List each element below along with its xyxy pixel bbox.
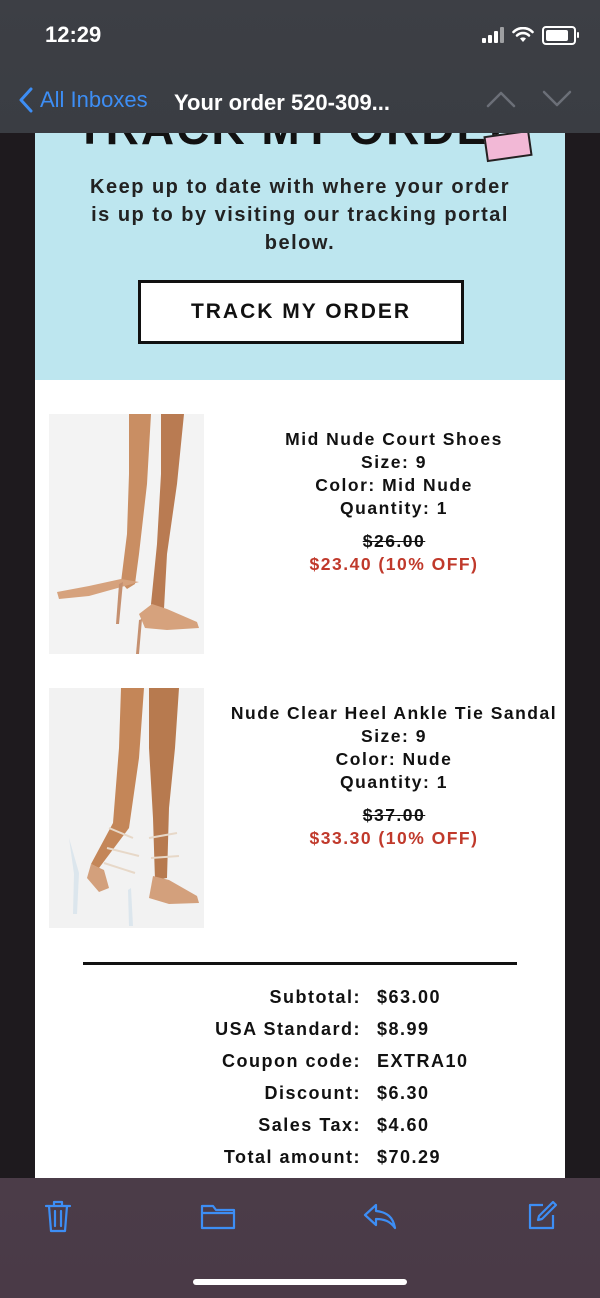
- product-name[interactable]: Nude Clear Heel Ankle Tie Sandal: [229, 702, 559, 725]
- back-button[interactable]: All Inboxes: [18, 87, 148, 113]
- product-details: Nude Clear Heel Ankle Tie Sandal Size: 9…: [229, 702, 559, 850]
- product-size: Size: 9: [361, 726, 427, 746]
- delete-button[interactable]: [40, 1198, 76, 1234]
- summary-value: EXTRA10: [377, 1050, 469, 1071]
- sale-price: $23.40 (10% OFF): [309, 554, 479, 574]
- trash-icon: [44, 1200, 72, 1233]
- summary-label: Subtotal:: [269, 986, 361, 1007]
- nav-row: All Inboxes Your order 520-309...: [0, 82, 600, 122]
- original-price: $37.00: [362, 805, 426, 825]
- product-name[interactable]: Mid Nude Court Shoes: [229, 428, 559, 451]
- summary-value: $63.00: [377, 986, 442, 1007]
- product-color: Color: Nude: [335, 749, 453, 769]
- product-quantity: Quantity: 1: [340, 498, 448, 518]
- move-to-folder-button[interactable]: [200, 1198, 236, 1234]
- banner-description: Keep up to date with where your order is…: [90, 176, 510, 254]
- product-item: Nude Clear Heel Ankle Tie Sandal Size: 9…: [49, 688, 556, 928]
- status-time: 12:29: [45, 22, 102, 47]
- summary-row: Total amount: $70.29: [35, 1141, 565, 1173]
- compose-button[interactable]: [524, 1198, 560, 1234]
- home-indicator[interactable]: [193, 1279, 407, 1285]
- summary-value: $6.30: [377, 1082, 430, 1103]
- summary-label: Sales Tax:: [258, 1114, 361, 1135]
- order-summary: Subtotal: $63.00 USA Standard: $8.99 Cou…: [35, 981, 565, 1173]
- signal-icon: [482, 27, 504, 43]
- email-subject: Your order 520-309...: [174, 90, 391, 115]
- nav-arrows: [486, 90, 572, 108]
- top-bar: 12:29 All Inboxes Your order 520-309...: [0, 0, 600, 133]
- product-details: Mid Nude Court Shoes Size: 9 Color: Mid …: [229, 428, 559, 576]
- folder-icon: [200, 1204, 236, 1230]
- chevron-up-icon[interactable]: [486, 90, 516, 108]
- summary-label: Total amount:: [223, 1146, 361, 1167]
- back-label: All Inboxes: [40, 87, 148, 112]
- summary-row: Subtotal: $63.00: [35, 981, 565, 1013]
- summary-value: $8.99: [377, 1018, 430, 1039]
- sale-price: $33.30 (10% OFF): [309, 828, 479, 848]
- summary-row: USA Standard: $8.99: [35, 1013, 565, 1045]
- summary-label: Discount:: [264, 1082, 361, 1103]
- wifi-icon: [512, 27, 534, 42]
- chevron-down-icon[interactable]: [542, 90, 572, 108]
- status-icons: [482, 24, 579, 46]
- summary-value: $4.60: [377, 1114, 430, 1135]
- compose-icon: [528, 1200, 558, 1230]
- product-quantity: Quantity: 1: [340, 772, 448, 792]
- summary-row: Discount: $6.30: [35, 1077, 565, 1109]
- product-color: Color: Mid Nude: [315, 475, 473, 495]
- divider: [83, 962, 517, 965]
- product-item: Mid Nude Court Shoes Size: 9 Color: Mid …: [49, 414, 551, 654]
- tracking-banner: TRACK MY ORDER Keep up to date with wher…: [35, 133, 565, 380]
- original-price: $26.00: [362, 531, 426, 551]
- summary-label: Coupon code:: [222, 1050, 361, 1071]
- reply-icon: [363, 1203, 397, 1230]
- product-image[interactable]: [49, 688, 204, 928]
- battery-icon: [542, 25, 579, 45]
- chevron-left-icon: [19, 87, 33, 113]
- email-body[interactable]: TRACK MY ORDER Keep up to date with wher…: [35, 133, 565, 1178]
- summary-row: Coupon code: EXTRA10: [35, 1045, 565, 1077]
- summary-label: USA Standard:: [215, 1018, 361, 1039]
- summary-row: Sales Tax: $4.60: [35, 1109, 565, 1141]
- sticker-decoration: [483, 133, 533, 163]
- product-size: Size: 9: [361, 452, 427, 472]
- summary-value: $70.29: [377, 1146, 442, 1167]
- track-order-button[interactable]: TRACK MY ORDER: [138, 280, 464, 344]
- product-image[interactable]: [49, 414, 204, 654]
- reply-button[interactable]: [362, 1198, 398, 1234]
